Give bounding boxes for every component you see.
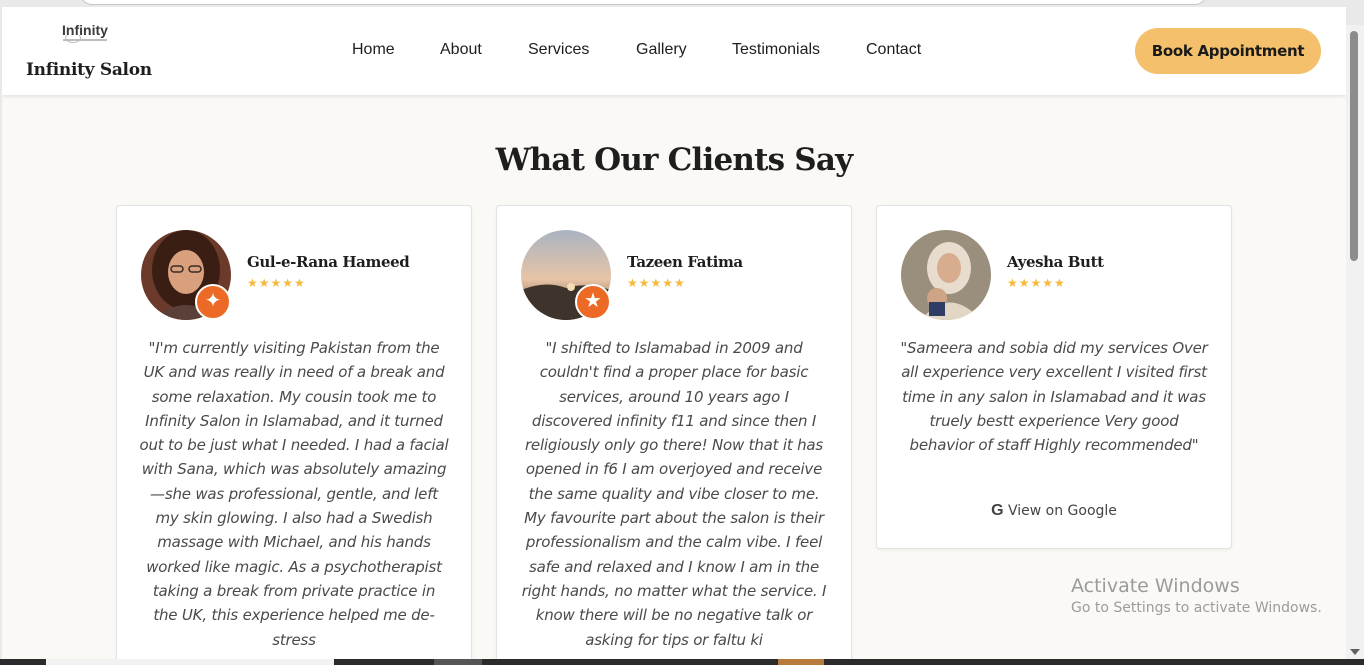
brand-name[interactable]: Infinity Salon [26, 60, 152, 80]
watermark-title: Activate Windows [1071, 575, 1240, 597]
scroll-down-arrow-icon[interactable] [1350, 649, 1360, 655]
sparkle-icon: ✦ [195, 284, 231, 320]
logo-tagline-line [63, 39, 107, 41]
view-on-google-link[interactable]: G View on Google [877, 502, 1231, 520]
watermark-subtitle: Go to Settings to activate Windows. [1071, 600, 1322, 616]
taskbar-edge [0, 659, 1364, 665]
review-text: "Sameera and sobia did my services Over … [900, 339, 1208, 455]
avatar [901, 230, 991, 320]
testimonial-card: ✦ Gul-e-Rana Hameed ★★★★★ "I'm currently… [116, 205, 472, 659]
star-rating: ★★★★★ [1007, 276, 1066, 290]
testimonial-card: Ayesha Butt ★★★★★ "Sameera and sobia did… [876, 205, 1232, 549]
nav-contact[interactable]: Contact [866, 41, 921, 59]
section-title: What Our Clients Say [495, 142, 854, 178]
nav-services[interactable]: Services [528, 41, 589, 59]
browser-frame-top [0, 0, 1364, 7]
page: Infinity Infinity Salon Home About Servi… [2, 7, 1346, 659]
nav-testimonials[interactable]: Testimonials [732, 41, 820, 59]
reviewer-name: Ayesha Butt [1007, 253, 1104, 271]
address-bar-edge[interactable] [80, 0, 1207, 5]
windows-activation-watermark: Activate Windows Go to Settings to activ… [1071, 575, 1322, 616]
star-icon: ★ [575, 284, 611, 320]
taskbar-segment [46, 659, 334, 665]
google-icon: G [991, 502, 1004, 519]
taskbar-segment [434, 659, 482, 665]
star-rating: ★★★★★ [247, 276, 306, 290]
site-header: Infinity Infinity Salon Home About Servi… [2, 7, 1346, 95]
reviewer-name: Tazeen Fatima [627, 253, 743, 271]
logo[interactable]: Infinity [57, 21, 113, 45]
vertical-scrollbar[interactable] [1346, 25, 1364, 659]
review-text: "I shifted to Islamabad in 2009 and coul… [521, 339, 827, 649]
logo-swirl-icon [65, 33, 81, 43]
nav-gallery[interactable]: Gallery [636, 41, 687, 59]
nav-about[interactable]: About [440, 41, 482, 59]
star-rating: ★★★★★ [627, 276, 686, 290]
view-on-google-label: View on Google [1007, 503, 1117, 519]
review-text: "I'm currently visiting Pakistan from th… [139, 339, 449, 649]
taskbar-segment [778, 659, 824, 665]
reviewer-name: Gul-e-Rana Hameed [247, 253, 410, 271]
nav-home[interactable]: Home [352, 41, 395, 59]
scrollbar-thumb[interactable] [1350, 31, 1358, 261]
book-appointment-button[interactable]: Book Appointment [1135, 28, 1321, 74]
testimonial-card: ★ Tazeen Fatima ★★★★★ "I shifted to Isla… [496, 205, 852, 659]
